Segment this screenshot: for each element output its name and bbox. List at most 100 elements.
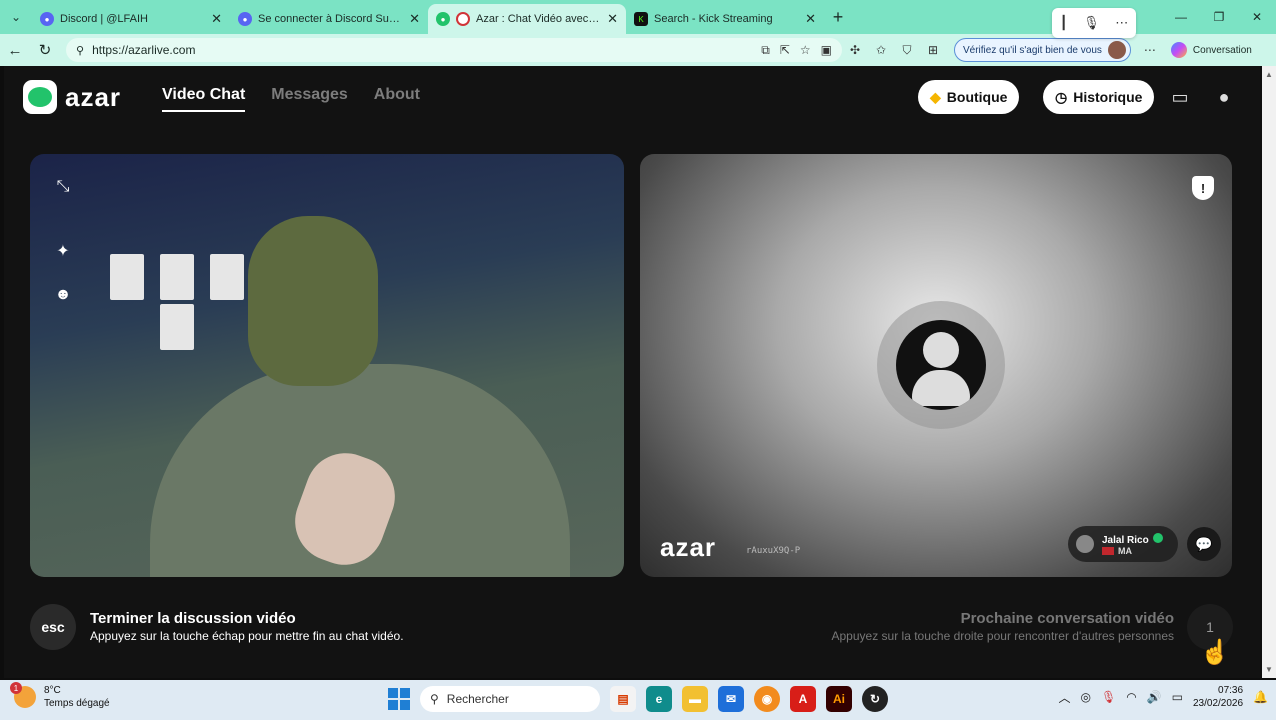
system-tray: ︿ ◎ 🎙 ◠ 🔊 ▭ 07:36 23/02/2026 🔔 (1058, 684, 1268, 710)
verify-text: Vérifiez qu'il s'agit bien de vous (963, 44, 1102, 56)
close-tab-icon[interactable]: ✕ (211, 11, 222, 27)
copilot-conversation-button[interactable]: Conversation (1170, 42, 1252, 58)
discord-icon: ● (238, 12, 252, 26)
next-chat-description: Appuyez sur la touche droite pour rencon… (831, 629, 1175, 643)
window-controls: — ❐ ✕ (1162, 0, 1276, 34)
recording-app-icon[interactable]: ↻ (862, 686, 888, 712)
boutique-button[interactable]: ◆ Boutique (918, 80, 1020, 114)
scrollbar[interactable]: ▲ ▼ (1262, 66, 1276, 678)
taskbar-search-input[interactable]: ⚲ Rechercher (420, 686, 600, 712)
close-tab-icon[interactable]: ✕ (607, 11, 618, 27)
next-chat-title: Prochaine conversation vidéo (960, 610, 1174, 627)
microphone-icon[interactable]: 🎙 (1083, 15, 1100, 31)
back-arrow-icon[interactable]: ← (0, 42, 30, 59)
inbox-icon[interactable]: ▭ (1163, 80, 1197, 114)
clock-icon: ◷ (1055, 88, 1068, 105)
minimize-video-icon[interactable]: ⤡ (48, 172, 78, 202)
microphone-icon[interactable]: 🎙 (1101, 690, 1116, 704)
chevron-up-icon[interactable]: ︿ (1058, 689, 1070, 706)
restore-icon[interactable]: ❐ (1200, 0, 1238, 34)
session-id: rAuxuX9Q-P (746, 546, 801, 556)
logo-wordmark: azar (65, 81, 122, 112)
tab-list-chevron-icon[interactable]: ⌄ (0, 0, 32, 34)
historique-button[interactable]: ◷ Historique (1043, 80, 1155, 114)
minimize-icon[interactable]: — (1162, 0, 1200, 34)
end-chat-description: Appuyez sur la touche échap pour mettre … (90, 629, 404, 643)
sync-icon[interactable]: ◎ (1080, 690, 1090, 704)
battery-icon[interactable]: ▭ (1172, 690, 1183, 704)
azar-page: azar Video Chat Messages About ◆ Boutiqu… (4, 66, 1260, 678)
report-shield-icon[interactable]: ! (1192, 176, 1214, 200)
weather-description: Temps dégagé (44, 698, 110, 709)
clock[interactable]: 07:36 23/02/2026 (1193, 684, 1243, 710)
notifications-icon[interactable]: 🔔 (1253, 690, 1268, 704)
historique-label: Historique (1073, 89, 1143, 105)
face-filter-icon[interactable]: ☻ (48, 280, 78, 310)
close-tab-icon[interactable]: ✕ (805, 11, 816, 27)
nav-messages[interactable]: Messages (271, 86, 348, 112)
camera-icon[interactable]: ▣ (821, 43, 832, 58)
windows-start-icon[interactable] (388, 688, 410, 710)
diamond-icon: ◆ (930, 88, 941, 105)
tab-kick[interactable]: K Search - Kick Streaming ✕ (626, 4, 824, 34)
tab-discord-support[interactable]: ● Se connecter à Discord Support ✕ (230, 4, 428, 34)
profile-icon[interactable]: ● (1207, 80, 1241, 114)
chrome-canary-icon[interactable]: ◉ (754, 686, 780, 712)
volume-icon[interactable]: 🔊 (1147, 690, 1162, 704)
weather-sun-icon: 1 (10, 682, 36, 708)
end-chat-title: Terminer la discussion vidéo (90, 610, 296, 627)
illustrator-icon[interactable]: Ai (826, 686, 852, 712)
tab-azar[interactable]: ● Azar : Chat Vidéo avec de nou ✕ (428, 4, 626, 34)
tab-label: Search - Kick Streaming (654, 13, 773, 25)
new-tab-button[interactable]: + (824, 7, 852, 28)
temperature: 8°C (44, 685, 61, 696)
azar-logo-mark-icon (23, 80, 57, 114)
verified-badge-icon (1152, 532, 1163, 543)
outlook-icon[interactable]: ✉ (718, 686, 744, 712)
tab-label: Discord | @LFAIH (60, 13, 148, 25)
magic-wand-icon[interactable]: ✦ (48, 236, 78, 266)
collections-icon[interactable]: ⊞ (920, 43, 946, 57)
nav-about[interactable]: About (374, 86, 420, 112)
drag-handle-icon[interactable]: ┃ (1060, 15, 1068, 31)
file-explorer-icon[interactable]: ▬ (682, 686, 708, 712)
search-icon: ⚲ (430, 692, 439, 706)
close-window-icon[interactable]: ✕ (1238, 0, 1276, 34)
favorites-icon[interactable]: ✩ (868, 43, 894, 57)
edge-icon[interactable]: e (646, 686, 672, 712)
share-icon[interactable]: ⇱ (780, 43, 790, 58)
peer-avatar (877, 301, 1005, 429)
esc-key-button[interactable]: esc (30, 604, 76, 650)
shield-icon[interactable]: ⛉ (894, 43, 920, 58)
wifi-icon[interactable]: ◠ (1126, 690, 1136, 704)
store-icon[interactable]: ▤ (610, 686, 636, 712)
acrobat-icon[interactable]: A (790, 686, 816, 712)
country-flag-icon (1102, 546, 1114, 555)
verify-identity-button[interactable]: Vérifiez qu'il s'agit bien de vous (954, 38, 1131, 62)
translate-icon[interactable]: ⧉ (761, 43, 770, 58)
azar-watermark: azar (660, 532, 717, 562)
notification-badge: 1 (10, 682, 22, 694)
chat-bubble-icon[interactable]: 💬 (1187, 527, 1221, 561)
self-video-feed (30, 154, 624, 577)
main-nav: Video Chat Messages About (162, 86, 420, 112)
more-options-icon[interactable]: ⋯ (1115, 15, 1128, 31)
peer-user-chip[interactable]: Jalal Rico MA (1068, 526, 1178, 562)
peer-video-feed: ! azar rAuxuX9Q-P Jalal Rico MA 💬 (640, 154, 1232, 577)
weather-widget[interactable]: 1 8°C Temps dégagé (10, 682, 110, 710)
azar-logo[interactable]: azar (23, 80, 121, 114)
favorite-star-icon[interactable]: ☆ (800, 43, 811, 58)
peer-username: Jalal Rico (1102, 534, 1149, 546)
nav-video-chat[interactable]: Video Chat (162, 86, 246, 112)
settings-more-icon[interactable]: ⋯ (1137, 43, 1163, 57)
date: 23/02/2026 (1192, 698, 1244, 709)
site-info-icon[interactable]: ⚲ (76, 44, 84, 57)
discord-icon: ● (40, 12, 54, 26)
url-text: https://azarlive.com (92, 43, 196, 57)
extensions-icon[interactable]: ✣ (842, 43, 868, 57)
close-tab-icon[interactable]: ✕ (409, 11, 420, 27)
url-field[interactable]: ⚲ https://azarlive.com ⧉ ⇱ ☆ ▣ (66, 38, 842, 62)
tab-discord[interactable]: ● Discord | @LFAIH ✕ (32, 4, 230, 34)
refresh-icon[interactable]: ↻ (30, 41, 60, 59)
windows-taskbar: 1 8°C Temps dégagé ⚲ Rechercher ▤ e ▬ ✉ … (0, 680, 1276, 720)
